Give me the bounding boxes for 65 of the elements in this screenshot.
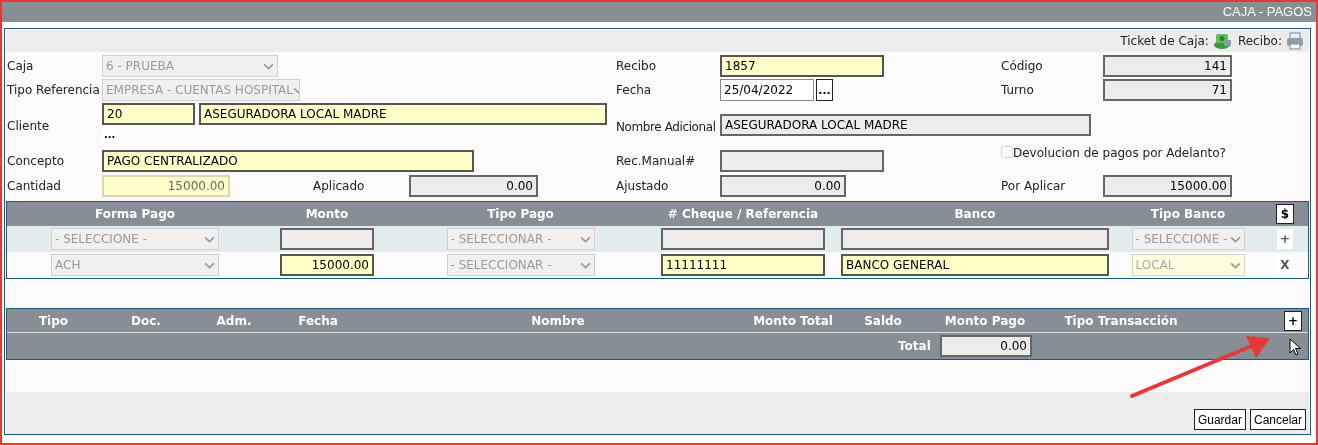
input-field[interactable]: 0.00 [940, 335, 1032, 357]
input-field[interactable]: 0.00 [720, 175, 846, 197]
currency-button[interactable]: $ [1276, 204, 1294, 224]
input-field[interactable]: 20 [102, 103, 195, 125]
field-label: Aplicado [313, 178, 366, 195]
row-action-button[interactable]: X [1277, 255, 1293, 275]
input-field[interactable]: 71 [1103, 79, 1232, 101]
field-label: Rec.Manual# [616, 153, 697, 170]
column-header: Monto [305, 206, 349, 223]
field-label: Nombre Adicional [616, 119, 717, 136]
input-field[interactable]: ASEGURADORA LOCAL MADRE [199, 103, 607, 125]
field-label: Caja [7, 58, 35, 75]
field-label: Código [1001, 58, 1044, 75]
input-field[interactable]: 25/04/2022 [720, 79, 814, 101]
column-header: Monto Total [753, 312, 833, 330]
column-header: Forma Pago [94, 206, 176, 223]
input-field[interactable]: 0.00 [409, 175, 538, 197]
pointer-cursor-icon [1289, 338, 1301, 356]
lookup-button[interactable]: ... [102, 128, 118, 142]
field-label: Recibo [616, 58, 658, 75]
input-field[interactable]: BANCO GENERAL [841, 254, 1109, 276]
input-field[interactable]: 141 [1103, 55, 1232, 77]
column-header: Tipo Transacción [1064, 312, 1178, 330]
printer-icon[interactable] [1285, 31, 1305, 51]
row-action-button[interactable]: + [1277, 229, 1293, 249]
field-label: Cliente [7, 118, 51, 135]
column-header: Tipo [38, 312, 69, 330]
field-label: Concepto [7, 153, 65, 170]
checkbox-label: Devolucion de pagos por Adelanto? [1013, 146, 1226, 160]
input-field[interactable] [280, 228, 374, 250]
column-header: Doc. [131, 312, 161, 330]
input-field[interactable]: ASEGURADORA LOCAL MADRE [720, 114, 1091, 136]
input-field[interactable]: 15000.00 [280, 254, 374, 276]
total-label: Total [898, 338, 932, 355]
field-label: Cantidad [7, 178, 62, 195]
column-header: Saldo [864, 312, 902, 330]
input-field[interactable]: 1857 [720, 55, 884, 77]
date-picker-button[interactable]: ... [816, 79, 833, 101]
column-header: # Cheque / Referencia [667, 206, 819, 223]
input-field[interactable]: 15000.00 [1103, 175, 1232, 197]
column-header: Tipo Pago [487, 206, 554, 223]
action-button[interactable]: Guardar [1193, 409, 1246, 430]
field-label: Fecha [616, 82, 653, 99]
column-header: Monto Pago [944, 312, 1026, 330]
column-header: Tipo Banco [1150, 206, 1226, 223]
column-header: Fecha [298, 312, 338, 330]
ticket-label: Ticket de Caja: [1120, 33, 1209, 50]
cash-icon[interactable] [1211, 31, 1232, 51]
field-label: Por Aplicar [1001, 178, 1067, 195]
input-field[interactable] [841, 228, 1109, 250]
input-field[interactable]: 11111111 [661, 254, 825, 276]
input-field[interactable] [661, 228, 825, 250]
column-header: Adm. [216, 312, 252, 330]
field-label: Ajustado [616, 178, 670, 195]
input-field[interactable] [720, 150, 884, 172]
action-button[interactable]: Cancelar [1249, 409, 1306, 430]
input-field[interactable]: PAGO CENTRALIZADO [102, 150, 474, 172]
column-header: Banco [954, 206, 996, 223]
recibo-label: Recibo: [1237, 33, 1282, 50]
input-field[interactable]: 15000.00 [102, 175, 230, 197]
field-label: Turno [1001, 82, 1035, 99]
field-label: Tipo Referencia [7, 82, 101, 99]
add-row-button[interactable]: + [1284, 310, 1302, 331]
window-title: CAJA - PAGOS [1222, 3, 1312, 22]
column-header: Nombre [531, 312, 585, 330]
